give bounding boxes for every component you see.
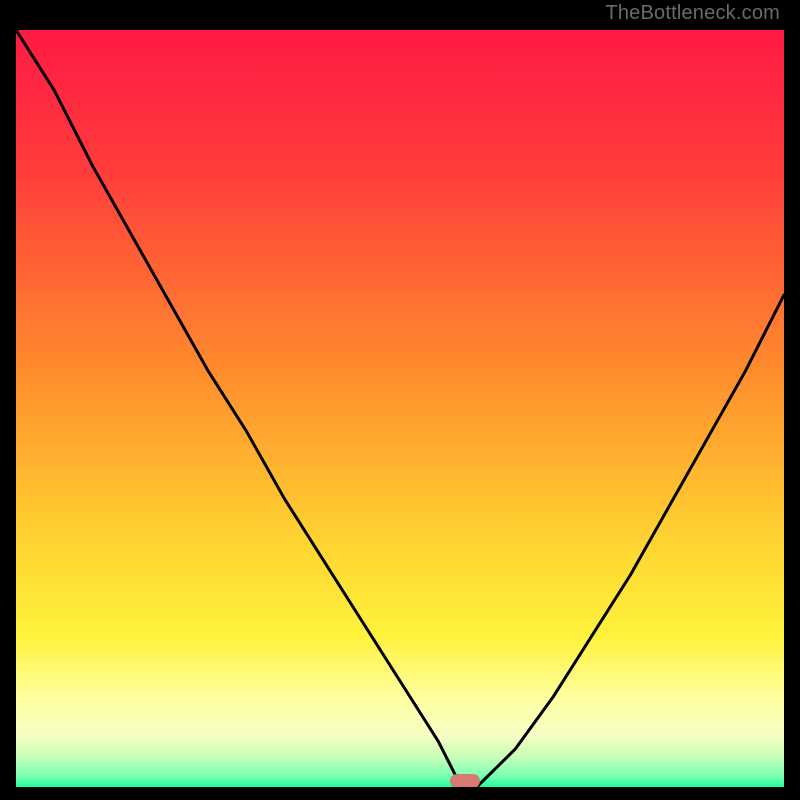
plot-area (16, 30, 784, 787)
optimal-marker (450, 774, 480, 787)
bottleneck-curve (16, 30, 784, 787)
watermark-text: TheBottleneck.com (605, 2, 780, 25)
chart-frame: TheBottleneck.com (0, 0, 800, 800)
